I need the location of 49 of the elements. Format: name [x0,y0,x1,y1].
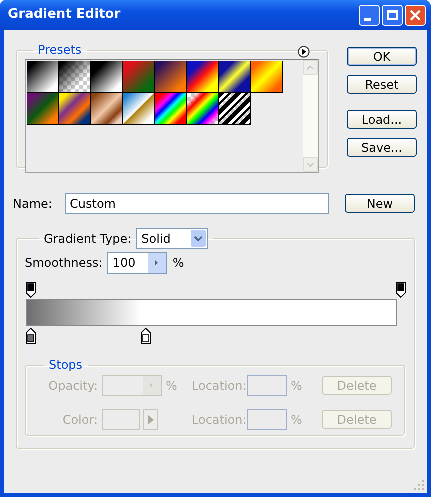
gradient-swatch[interactable] [219,61,251,93]
opacity-stop-marker[interactable] [396,282,406,298]
location-label: Location: [192,378,247,394]
gradient-swatch[interactable] [91,61,123,93]
close-icon [410,10,421,20]
gradient-swatch[interactable] [155,93,187,125]
minimize-button[interactable] [359,4,380,26]
smoothness-field[interactable]: 100 [106,252,167,274]
new-button[interactable]: New [345,194,415,213]
gradient-swatch[interactable] [187,61,219,93]
unit-label: % [290,378,304,394]
close-button[interactable] [405,4,426,26]
dialog-button[interactable]: Load... [347,110,417,129]
dialog-button[interactable]: Reset [347,75,417,94]
gradient-swatch[interactable] [155,61,187,93]
gradient-swatch[interactable] [187,93,219,125]
gradient-bar[interactable] [26,299,397,326]
unit-label: % [165,378,178,394]
window-title: Gradient Editor [8,6,122,24]
smoothness-unit: % [172,255,184,272]
stops-legend: Stops [44,356,88,374]
dialog-button[interactable]: Save... [347,138,417,157]
gradient-swatch[interactable] [59,61,91,93]
gradient-swatch[interactable] [123,93,155,125]
maximize-button[interactable] [382,4,403,26]
gradient-swatch[interactable] [27,61,59,93]
opacity-label: Opacity: [48,378,99,394]
gradient-swatch[interactable] [123,61,155,93]
gradient-swatch[interactable] [91,93,123,125]
gradient-swatch[interactable] [59,93,91,125]
name-field[interactable]: Custom [65,193,329,214]
dialog-button[interactable]: OK [347,47,417,66]
arrow-icon [148,414,154,424]
name-label: Name: [13,196,54,212]
gradient-type-label: Gradient Type: [44,230,132,248]
gradient-swatch[interactable] [251,61,283,93]
presets-legend: Presets [33,41,87,59]
gradient-swatch[interactable] [219,93,251,125]
menu-arrow-icon[interactable] [298,46,310,58]
resize-grip-icon[interactable] [413,479,425,491]
color-stop-marker[interactable] [26,328,36,344]
location-label: Location: [192,412,247,428]
smoothness-label: Smoothness: [25,255,103,272]
color-label: Color: [62,412,99,428]
unit-label: % [290,412,304,428]
color-stop-marker[interactable] [140,328,151,344]
gradient-swatch[interactable] [27,93,59,125]
opacity-stop-marker[interactable] [26,282,36,298]
gradient-type-dropdown[interactable]: Solid [136,228,208,249]
